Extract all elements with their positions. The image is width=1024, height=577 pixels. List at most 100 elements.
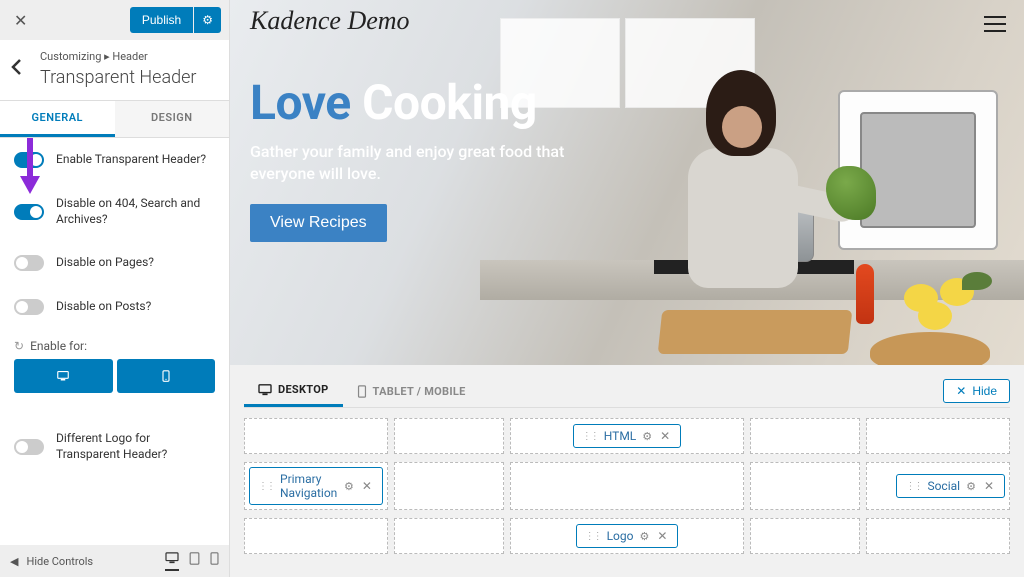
builder-cell-left[interactable]: ⋮⋮ Primary Navigation ⚙ ✕ — [244, 462, 388, 510]
hero-cta-button[interactable]: View Recipes — [250, 204, 387, 242]
builder-tab-mobile[interactable]: TABLET / MOBILE — [343, 377, 480, 406]
publish-button[interactable]: Publish — [130, 7, 193, 33]
builder-tab-desktop[interactable]: DESKTOP — [244, 375, 343, 407]
toggle-enable-transparent[interactable] — [14, 152, 44, 168]
option-label: Disable on Posts? — [56, 299, 215, 315]
builder-cell-center[interactable] — [510, 462, 743, 510]
decor-person — [660, 70, 810, 300]
builder-cell-right[interactable] — [866, 418, 1010, 454]
decor-cutting-board — [658, 310, 853, 354]
option-label: Different Logo for Transparent Header? — [56, 431, 215, 462]
builder-rows: ⋮⋮ HTML ⚙ ✕ ⋮⋮ Primary Navigation — [244, 418, 1010, 554]
remove-icon[interactable]: ✕ — [658, 429, 672, 443]
decor-leaf — [962, 272, 992, 290]
options-list: Enable Transparent Header? Disable on 40… — [0, 138, 229, 577]
publish-group: Publish ⚙ — [130, 7, 221, 33]
header-builder: DESKTOP TABLET / MOBILE ✕ Hide — [230, 365, 1024, 577]
builder-cell-right-center[interactable] — [750, 518, 860, 554]
preview-pane: Kadence Demo Love Cooking Gather your fa… — [230, 0, 1024, 577]
hamburger-icon — [984, 16, 1006, 18]
sidebar-footer: ◀ Hide Controls — [0, 545, 229, 577]
builder-cell-center[interactable]: ⋮⋮ Logo ⚙ ✕ — [510, 518, 743, 554]
gear-icon[interactable]: ⚙ — [642, 430, 652, 443]
builder-chip-primary-nav[interactable]: ⋮⋮ Primary Navigation ⚙ ✕ — [249, 467, 383, 505]
decor-pepper-mill — [856, 264, 874, 324]
device-desktop-button[interactable] — [165, 552, 179, 571]
close-icon: ✕ — [956, 384, 966, 398]
hamburger-icon — [984, 23, 1006, 25]
builder-chip-logo[interactable]: ⋮⋮ Logo ⚙ ✕ — [576, 524, 679, 548]
enable-for-desktop-button[interactable] — [14, 359, 113, 393]
toggle-disable-404[interactable] — [14, 204, 44, 220]
option-label: Disable on Pages? — [56, 255, 215, 271]
panel-title: Transparent Header — [0, 67, 229, 100]
device-mobile-button[interactable] — [210, 552, 219, 571]
desktop-icon — [258, 384, 272, 396]
builder-chip-html[interactable]: ⋮⋮ HTML ⚙ ✕ — [573, 424, 681, 448]
builder-tabs: DESKTOP TABLET / MOBILE ✕ Hide — [244, 375, 1010, 408]
app-root: ✕ Publish ⚙ Customizing ▸ Header Transpa… — [0, 0, 1024, 577]
back-button[interactable] — [10, 58, 22, 81]
builder-cell-left-center[interactable] — [394, 462, 504, 510]
desktop-icon — [57, 370, 69, 382]
breadcrumb: Customizing ▸ Header — [40, 50, 215, 63]
builder-cell-left[interactable] — [244, 418, 388, 454]
builder-cell-center[interactable]: ⋮⋮ HTML ⚙ ✕ — [510, 418, 743, 454]
builder-cell-right-center[interactable] — [750, 418, 860, 454]
gear-icon[interactable]: ⚙ — [344, 480, 354, 493]
mobile-icon — [210, 552, 219, 565]
drag-handle-icon: ⋮⋮ — [905, 481, 921, 492]
site-title[interactable]: Kadence Demo — [250, 6, 410, 36]
builder-hide-button[interactable]: ✕ Hide — [943, 379, 1010, 403]
panel-tabs: GENERAL DESIGN — [0, 100, 229, 138]
toggle-disable-pages[interactable] — [14, 255, 44, 271]
decor-lemon — [918, 302, 952, 330]
builder-cell-right[interactable] — [866, 518, 1010, 554]
builder-cell-left[interactable] — [244, 518, 388, 554]
builder-row-bottom: ⋮⋮ Logo ⚙ ✕ — [244, 518, 1010, 554]
mobile-icon — [357, 385, 367, 398]
drag-handle-icon: ⋮⋮ — [258, 481, 274, 492]
mobile-icon — [160, 370, 172, 382]
gear-icon[interactable]: ⚙ — [639, 530, 649, 543]
remove-icon[interactable]: ✕ — [360, 479, 374, 493]
device-tablet-button[interactable] — [189, 552, 200, 571]
builder-row-main: ⋮⋮ Primary Navigation ⚙ ✕ ⋮⋮ Social — [244, 462, 1010, 510]
builder-chip-social[interactable]: ⋮⋮ Social ⚙ ✕ — [896, 474, 1005, 498]
enable-for-mobile-button[interactable] — [117, 359, 216, 393]
gear-icon[interactable]: ⚙ — [966, 480, 976, 493]
refresh-icon: ↻ — [14, 339, 24, 353]
site-hero: Kadence Demo Love Cooking Gather your fa… — [230, 0, 1024, 365]
builder-cell-right-center[interactable] — [750, 462, 860, 510]
enable-for-row: ↻ Enable for: — [0, 329, 229, 359]
chip-label: Primary Navigation — [280, 472, 338, 500]
hero-subtitle: Gather your family and enjoy great food … — [250, 141, 630, 186]
tab-design[interactable]: DESIGN — [115, 100, 230, 137]
builder-cell-left-center[interactable] — [394, 418, 504, 454]
remove-icon[interactable]: ✕ — [982, 479, 996, 493]
hide-controls-link[interactable]: Hide Controls — [26, 555, 93, 568]
chip-label: Logo — [607, 529, 634, 543]
sidebar-topbar: ✕ Publish ⚙ — [0, 0, 229, 40]
chip-label: HTML — [604, 429, 637, 443]
toggle-disable-posts[interactable] — [14, 299, 44, 315]
remove-icon[interactable]: ✕ — [655, 529, 669, 543]
hero-text: Love Cooking Gather your family and enjo… — [250, 74, 630, 242]
toggle-different-logo[interactable] — [14, 439, 44, 455]
gear-icon: ⚙ — [202, 13, 213, 27]
publish-settings-button[interactable]: ⚙ — [194, 7, 221, 33]
builder-tab-label: TABLET / MOBILE — [373, 385, 466, 398]
close-customizer-button[interactable]: ✕ — [8, 5, 33, 36]
mobile-menu-button[interactable] — [984, 16, 1006, 32]
option-different-logo: Different Logo for Transparent Header? — [0, 417, 229, 476]
option-label: Disable on 404, Search and Archives? — [56, 196, 215, 227]
option-disable-pages: Disable on Pages? — [0, 241, 229, 285]
builder-cell-left-center[interactable] — [394, 518, 504, 554]
customizer-sidebar: ✕ Publish ⚙ Customizing ▸ Header Transpa… — [0, 0, 230, 577]
builder-cell-right[interactable]: ⋮⋮ Social ⚙ ✕ — [866, 462, 1010, 510]
tablet-icon — [189, 552, 200, 565]
enable-for-buttons — [0, 359, 229, 409]
collapse-icon[interactable]: ◀ — [10, 555, 18, 568]
option-label: Enable Transparent Header? — [56, 152, 215, 168]
tab-general[interactable]: GENERAL — [0, 100, 115, 137]
